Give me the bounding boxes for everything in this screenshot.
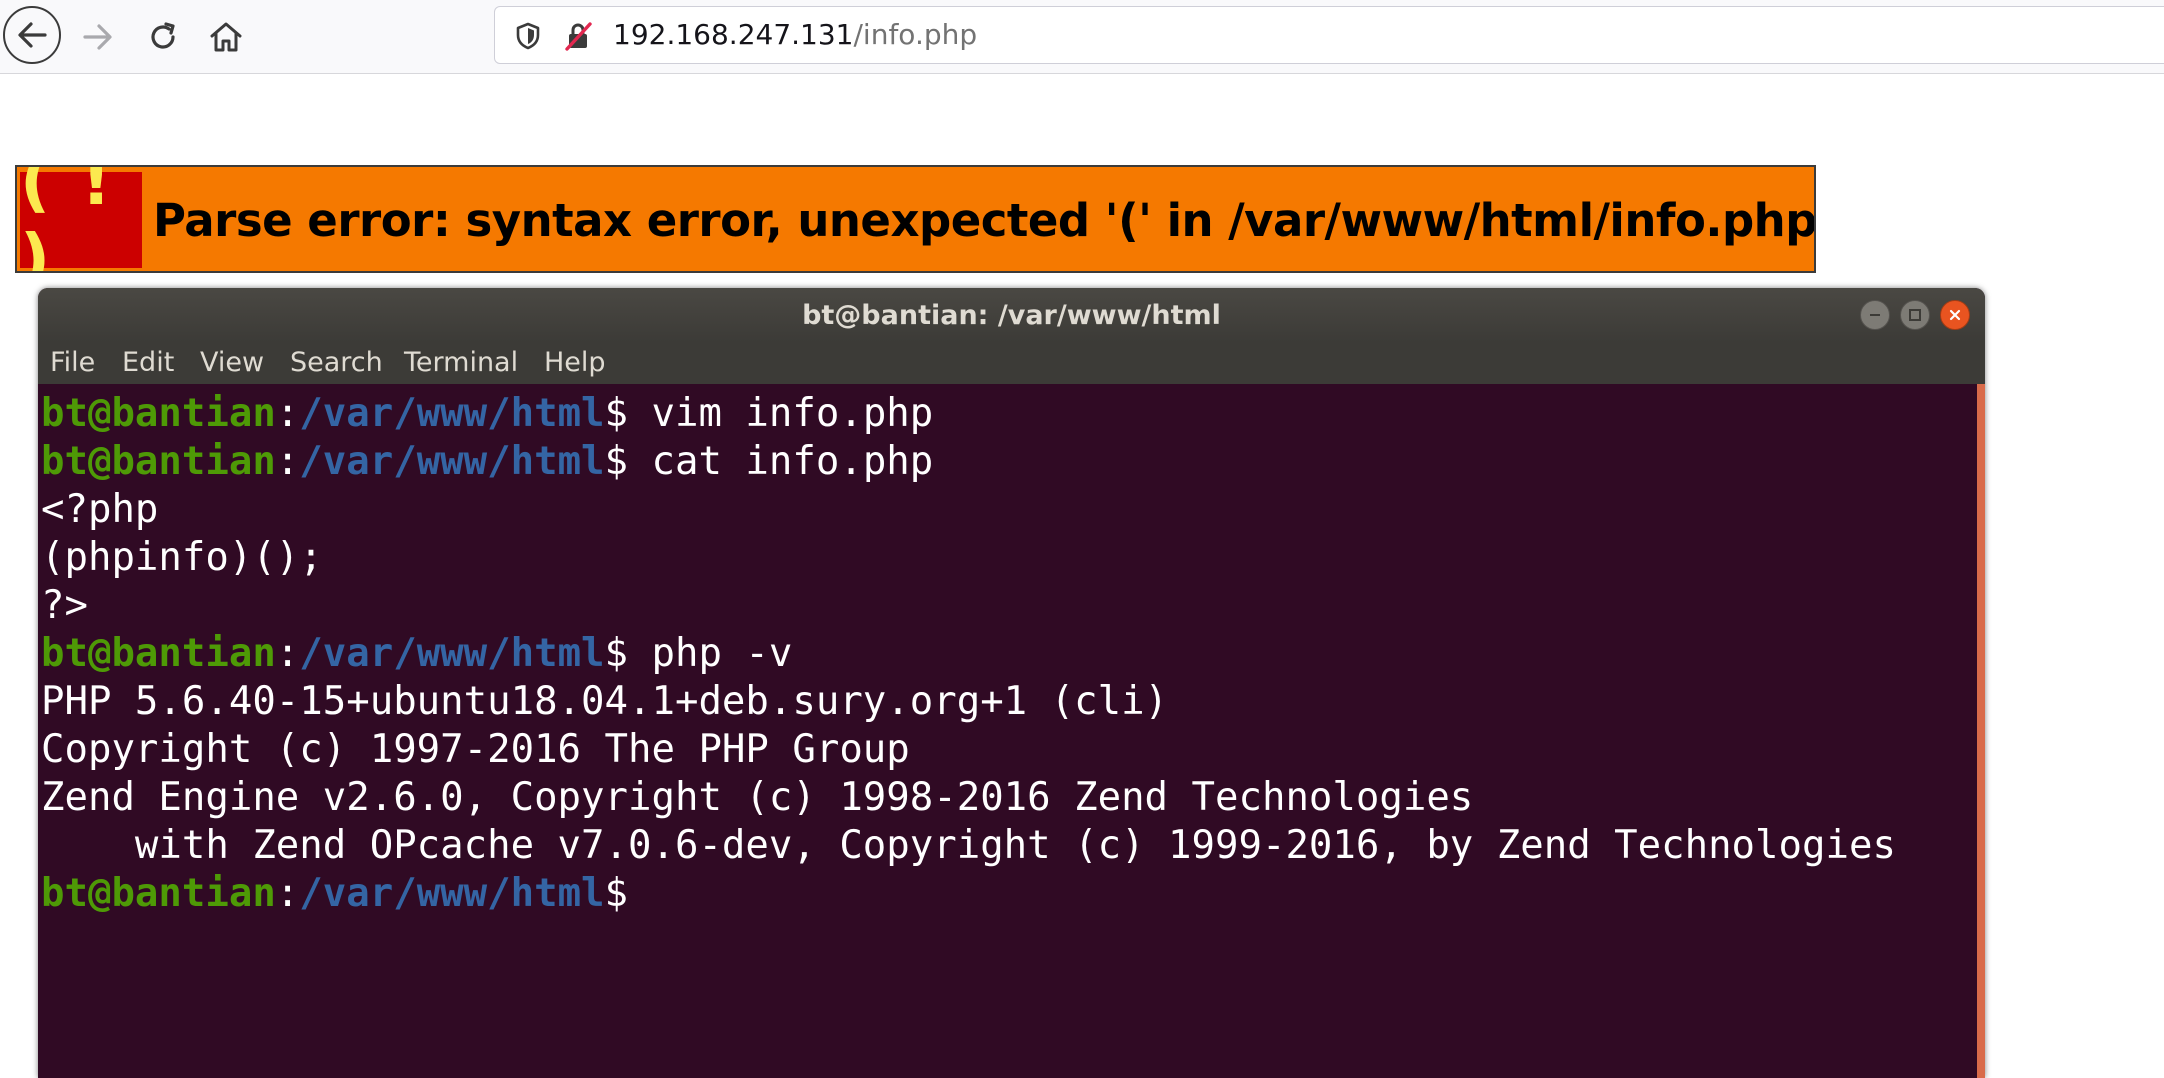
reload-icon	[151, 22, 175, 49]
url-host: 192.168.247.131	[613, 18, 854, 51]
browser-toolbar: 192.168.247.131/info.php	[0, 0, 2164, 74]
prompt-user: bt@bantian	[41, 631, 276, 676]
close-button[interactable]	[1940, 300, 1970, 330]
prompt-symbol: $	[604, 391, 629, 436]
prompt-path: /var/www/html	[299, 439, 605, 484]
menu-view[interactable]: View	[200, 346, 264, 380]
back-arrow-icon	[18, 22, 47, 48]
prompt-colon: :	[275, 631, 300, 676]
home-button[interactable]	[198, 9, 254, 65]
menu-terminal[interactable]: Terminal	[404, 346, 518, 380]
terminal-output-line: with Zend OPcache v7.0.6-dev, Copyright …	[41, 823, 1896, 868]
terminal-output-line: <?php	[41, 487, 159, 532]
terminal-output-line: Copyright (c) 1997-2016 The PHP Group	[41, 727, 910, 772]
close-icon	[1949, 309, 1961, 321]
terminal-prompt-line: bt@bantian:/var/www/html$ php -v	[41, 630, 792, 678]
url-text[interactable]: 192.168.247.131/info.php	[613, 17, 977, 53]
error-badge: ( ! )	[20, 167, 142, 271]
reload-button[interactable]	[135, 9, 191, 65]
php-parse-error-banner: ( ! ) Parse error: syntax error, unexpec…	[15, 165, 1816, 273]
forward-arrow-icon	[83, 24, 112, 50]
prompt-user: bt@bantian	[41, 391, 276, 436]
terminal-title: bt@bantian: /var/www/html	[802, 300, 1221, 331]
terminal-scrollbar[interactable]	[1977, 384, 1985, 1078]
shield-icon	[516, 22, 540, 50]
prompt-symbol: $	[604, 439, 629, 484]
insecure-lock-icon	[565, 22, 592, 51]
terminal-prompt-line: bt@bantian:/var/www/html$ vim info.php	[41, 390, 933, 438]
terminal-output-line: ?>	[41, 583, 88, 628]
terminal-titlebar[interactable]: bt@bantian: /var/www/html	[38, 288, 1985, 342]
menu-search[interactable]: Search	[290, 346, 383, 380]
error-text: Parse error: syntax error, unexpected '(…	[153, 194, 1816, 247]
home-icon	[210, 22, 242, 52]
minimize-button[interactable]	[1860, 300, 1890, 330]
terminal-menubar: File Edit View Search Terminal Help	[38, 342, 1985, 384]
tracking-protection-button[interactable]	[515, 22, 541, 54]
maximize-icon	[1909, 309, 1921, 321]
prompt-symbol: $	[604, 871, 629, 916]
back-button[interactable]	[3, 6, 61, 64]
terminal-output-line: PHP 5.6.40-15+ubuntu18.04.1+deb.sury.org…	[41, 679, 1169, 724]
prompt-colon: :	[275, 439, 300, 484]
terminal-prompt-line: bt@bantian:/var/www/html$ cat info.php	[41, 438, 933, 486]
forward-button[interactable]	[70, 9, 126, 65]
prompt-path: /var/www/html	[299, 871, 605, 916]
terminal-output[interactable]: bt@bantian:/var/www/html$ vim info.php bt…	[38, 384, 1978, 1078]
error-message: Parse error: syntax error, unexpected '(…	[153, 193, 1816, 249]
terminal-output-line: (phpinfo)();	[41, 535, 323, 580]
prompt-path: /var/www/html	[299, 631, 605, 676]
terminal-prompt-line: bt@bantian:/var/www/html$	[41, 870, 628, 918]
terminal-output-line: Zend Engine v2.6.0, Copyright (c) 1998-2…	[41, 775, 1474, 820]
menu-help[interactable]: Help	[544, 346, 606, 380]
prompt-path: /var/www/html	[299, 391, 605, 436]
maximize-button[interactable]	[1900, 300, 1930, 330]
url-bar[interactable]: 192.168.247.131/info.php	[494, 6, 2164, 64]
terminal-command: php -v	[628, 631, 793, 676]
prompt-user: bt@bantian	[41, 871, 276, 916]
prompt-user: bt@bantian	[41, 439, 276, 484]
prompt-colon: :	[275, 391, 300, 436]
menu-edit[interactable]: Edit	[122, 346, 174, 380]
prompt-symbol: $	[604, 631, 629, 676]
terminal-command: cat info.php	[628, 439, 934, 484]
terminal-window: bt@bantian: /var/www/html File Edit View…	[38, 288, 1985, 1078]
terminal-command: vim info.php	[628, 391, 934, 436]
menu-file[interactable]: File	[50, 346, 95, 380]
url-path: /info.php	[853, 18, 978, 51]
site-info-button[interactable]	[563, 21, 593, 55]
minimize-icon	[1870, 314, 1880, 316]
prompt-colon: :	[275, 871, 300, 916]
